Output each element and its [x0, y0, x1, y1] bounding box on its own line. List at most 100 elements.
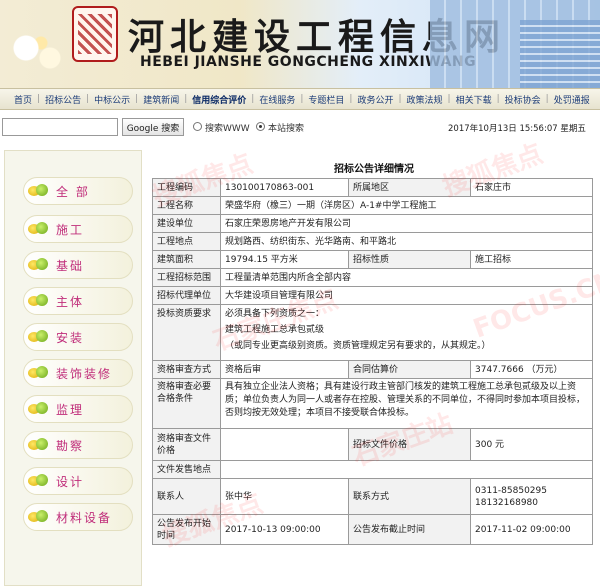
sidebar-item-8[interactable]: 设计	[23, 467, 133, 495]
nav-item-3[interactable]: 建筑新闻	[143, 93, 179, 106]
value-builder: 石家庄荣恩房地产开发有限公司	[219, 214, 594, 233]
value-site: 规划路西、纺织街东、光华路南、和平路北	[219, 232, 594, 251]
qualification-line-2: 建筑工程施工总承包贰级	[225, 325, 325, 335]
nav-item-5[interactable]: 在线服务	[259, 93, 295, 106]
site-logo-subtitle: HEBEI JIANSHE GONGCHENG XINXIWANG	[140, 54, 477, 70]
label-tender-doc-price: 招标文件价格	[347, 428, 472, 461]
qualification-line-3: （或同专业更高级别资质。资质管理规定另有要求的，从其规定。）	[225, 341, 491, 351]
google-search-button[interactable]: Google 搜索	[122, 118, 184, 136]
nav-separator: |	[496, 94, 500, 104]
label-qualification: 投标资质要求	[152, 304, 221, 361]
site-seal-logo	[72, 6, 118, 62]
nav-item-1[interactable]: 招标公告	[45, 93, 81, 106]
tender-info-table: 工程编码 130100170863-001 所属地区 石家庄市 工程名称 荣盛华…	[152, 178, 594, 545]
nav-item-11[interactable]: 处罚通报	[554, 93, 590, 106]
radio-search-www[interactable]	[193, 122, 202, 131]
current-datetime: 2017年10月13日 15:56:07 星期五	[448, 124, 586, 134]
link-bullet-icon	[28, 402, 50, 416]
flower-decoration	[8, 28, 68, 78]
nav-item-9[interactable]: 相关下载	[456, 93, 492, 106]
site-header: 河北建设工程信息网 HEBEI JIANSHE GONGCHENG XINXIW…	[0, 0, 600, 88]
label-builder: 建设单位	[152, 214, 221, 233]
nav-separator: |	[545, 94, 549, 104]
nav-item-0[interactable]: 首页	[14, 93, 32, 106]
value-project-name: 荣盛华府（橡三）一期（洋房区）A-1#中学工程施工	[219, 196, 594, 215]
value-region: 石家庄市	[470, 178, 594, 197]
value-review-mode: 资格后审	[220, 360, 349, 379]
value-agent: 大华建设项目管理有限公司	[219, 286, 594, 305]
link-bullet-icon	[28, 366, 50, 380]
label-region: 所属地区	[347, 178, 472, 197]
label-contact-method: 联系方式	[347, 478, 472, 515]
nav-item-2[interactable]: 中标公示	[94, 93, 130, 106]
sidebar-item-9[interactable]: 材料设备	[23, 503, 133, 531]
nav-item-10[interactable]: 投标协会	[505, 93, 541, 106]
sidebar-item-5[interactable]: 装饰装修	[23, 359, 133, 387]
nav-separator: |	[447, 94, 451, 104]
sidebar-item-7[interactable]: 勘察	[23, 431, 133, 459]
label-publish-start: 公告发布开始时间	[152, 514, 221, 545]
sidebar-item-6[interactable]: 监理	[23, 395, 133, 423]
building-image-2	[520, 20, 600, 88]
sidebar-item-label: 勘察	[56, 438, 85, 453]
sidebar-item-label: 设计	[56, 474, 85, 489]
main-nav: 首页 | 招标公告 | 中标公示 | 建筑新闻 | 信用综合评价 | 在线服务 | 专题栏目 | 政务公开 |…	[0, 88, 600, 110]
sidebar-item-label: 施工	[56, 222, 85, 237]
nav-separator: |	[349, 94, 353, 104]
link-bullet-icon	[28, 510, 50, 524]
contact-phone-2: 18132168980	[475, 497, 539, 508]
label-project-name: 工程名称	[152, 196, 221, 215]
category-sidebar: 全 部施工基础主体安装装饰装修监理勘察设计材料设备	[4, 150, 142, 586]
label-review-conditions: 资格审查必要合格条件	[152, 378, 221, 429]
value-review-doc-price	[220, 428, 349, 461]
sidebar-item-1[interactable]: 施工	[23, 215, 133, 243]
nav-separator: |	[184, 94, 188, 104]
label-site: 工程地点	[152, 232, 221, 251]
sidebar-item-0[interactable]: 全 部	[23, 177, 133, 205]
nav-item-8[interactable]: 政策法规	[407, 93, 443, 106]
radio-search-site[interactable]	[256, 122, 265, 131]
link-bullet-icon	[28, 330, 50, 344]
search-bar: Google 搜索 搜索WWW 本站搜索 2017年10月13日 15:56:0…	[0, 118, 600, 138]
nav-item-7[interactable]: 政务公开	[357, 93, 393, 106]
sidebar-item-label: 材料设备	[56, 510, 113, 525]
value-scope: 工程量清单范围内所含全部内容	[219, 268, 594, 287]
nav-item-6[interactable]: 专题栏目	[308, 93, 344, 106]
value-contact-method: 0311-85850295 18132168980	[470, 478, 594, 515]
radio-search-www-label: 搜索WWW	[205, 124, 250, 134]
label-tender-type: 招标性质	[347, 250, 472, 269]
label-agent: 招标代理单位	[152, 286, 221, 305]
sidebar-item-label: 主体	[56, 294, 85, 309]
search-input[interactable]	[2, 118, 118, 136]
value-review-conditions: 具有独立企业法人资格；具有建设行政主管部门核发的建筑工程施工总承包贰级及以上资质…	[219, 378, 594, 429]
sidebar-item-3[interactable]: 主体	[23, 287, 133, 315]
value-qualification: 必须具备下列资质之一： 建筑工程施工总承包贰级 （或同专业更高级别资质。资质管理…	[219, 304, 594, 361]
sidebar-item-label: 装饰装修	[56, 366, 113, 381]
value-tender-type: 施工招标	[470, 250, 594, 269]
sidebar-item-label: 监理	[56, 402, 85, 417]
nav-separator: |	[300, 94, 304, 104]
nav-separator: |	[86, 94, 90, 104]
value-area: 19794.15 平方米	[220, 250, 349, 269]
label-scope: 工程招标范围	[152, 268, 221, 287]
value-doc-place	[219, 460, 594, 479]
label-contract-price: 合同估算价	[347, 360, 472, 379]
value-publish-start: 2017-10-13 09:00:00	[220, 514, 349, 545]
link-bullet-icon	[28, 258, 50, 272]
label-project-no: 工程编码	[152, 178, 221, 197]
sidebar-item-4[interactable]: 安装	[23, 323, 133, 351]
label-contact: 联系人	[152, 478, 221, 515]
qualification-line-1: 必须具备下列资质之一：	[225, 309, 325, 319]
nav-item-4[interactable]: 信用综合评价	[192, 93, 246, 106]
nav-separator: |	[398, 94, 402, 104]
label-review-doc-price: 资格审查文件价格	[152, 428, 221, 461]
sidebar-item-label: 全 部	[56, 184, 90, 199]
value-tender-doc-price: 300 元	[470, 428, 594, 461]
label-review-mode: 资格审查方式	[152, 360, 221, 379]
sidebar-item-2[interactable]: 基础	[23, 251, 133, 279]
nav-separator: |	[251, 94, 255, 104]
contact-phone-1: 0311-85850295	[475, 485, 547, 496]
sidebar-item-label: 安装	[56, 330, 85, 345]
value-contact: 张中华	[220, 478, 349, 515]
label-doc-place: 文件发售地点	[152, 460, 221, 479]
